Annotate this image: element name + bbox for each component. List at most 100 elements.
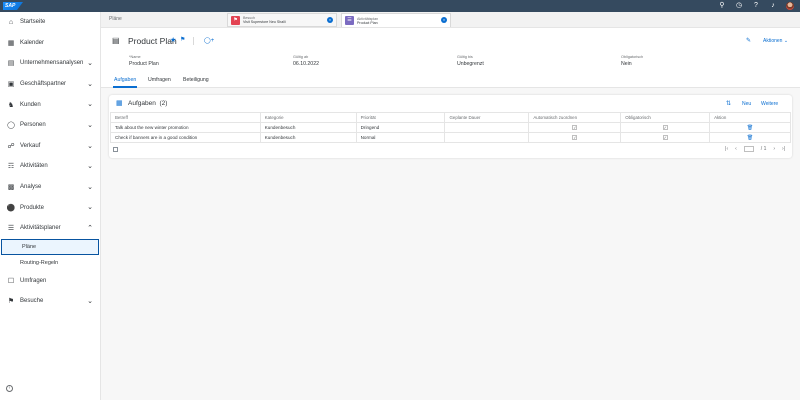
field-label: Gültig bis (457, 55, 473, 59)
nav-item-label: Geschäftspartner (20, 81, 67, 88)
nav-sub-label: Routing-Regeln (20, 259, 59, 266)
panel-title: Aufgaben (2) (128, 100, 167, 107)
search-icon[interactable]: ⚲ (718, 2, 726, 10)
shell-bar: SAP ⚲ ◷ ? ♪ (0, 0, 800, 12)
column-header-dauer[interactable]: Geplante Dauer (444, 112, 530, 123)
page-total: / 1 (760, 146, 767, 152)
close-icon[interactable]: × (441, 17, 447, 23)
flag-icon[interactable]: ⚑ (180, 36, 185, 43)
nav-sub-label: Pläne (22, 243, 37, 250)
notifications-icon[interactable]: ♪ (769, 2, 777, 10)
close-icon[interactable]: × (327, 17, 333, 23)
sales-icon: ☍ (7, 142, 15, 150)
customer-icon: ♞ (7, 101, 15, 109)
nav-sub-routing-regeln[interactable]: Routing-Regeln (0, 255, 100, 271)
checkbox-checked[interactable]: ✓ (662, 125, 668, 130)
panel-count: (2) (159, 100, 168, 107)
column-header-prioritaet[interactable]: Priorität (355, 112, 446, 123)
cell-subject[interactable]: Talk about the new winter promotion (110, 122, 261, 133)
chevron-down-icon: ⌄ (87, 60, 93, 68)
nav-item-label: Produkte (20, 204, 45, 211)
history-icon[interactable]: ◷ (735, 2, 743, 10)
cell-mandatory: ✓ (620, 122, 711, 133)
edit-icon[interactable]: ✎ (746, 37, 751, 44)
tab-aktivitaetsplan[interactable]: ☰ Aktivitätsplan Product Plan × (341, 13, 451, 27)
nav-item-label: Kalender (20, 39, 45, 46)
table-header-row: Betreff Kategorie Priorität Geplante Dau… (110, 112, 791, 123)
next-page-icon[interactable]: › (773, 146, 775, 152)
avatar[interactable] (786, 2, 794, 10)
nav-item-geschaeftspartner[interactable]: ▣ Geschäftspartner ⌄ (0, 74, 100, 95)
tab-plaene[interactable]: Pläne (109, 16, 122, 22)
chevron-down-icon: ⌄ (87, 121, 93, 129)
column-header-auto[interactable]: Automatisch zuordnen (528, 112, 622, 123)
nav-item-produkte[interactable]: ⚫ Produkte ⌄ (0, 197, 100, 218)
tag-add-icon[interactable]: ◯+ (204, 37, 214, 44)
chevron-down-icon: ⌄ (87, 183, 93, 191)
nav-item-label: Analyse (20, 184, 42, 191)
actions-menu-button[interactable]: Aktionen ⌄ (763, 38, 788, 44)
nav-item-personen[interactable]: ◯ Personen ⌄ (0, 115, 100, 136)
tasks-icon: ▦ (116, 100, 123, 107)
divider (193, 37, 194, 45)
checkbox-checked[interactable]: ✓ (572, 135, 578, 140)
last-page-icon[interactable]: ›| (782, 146, 785, 152)
field-label: *Name (129, 55, 141, 59)
delete-icon[interactable]: 🗑 (747, 125, 753, 131)
sort-icon[interactable]: ⇅ (726, 100, 731, 107)
nav-item-verkauf[interactable]: ☍ Verkauf ⌄ (0, 136, 100, 157)
more-button[interactable]: Weitere (761, 101, 778, 107)
nav-item-label: Verkauf (20, 142, 41, 149)
nav-item-besuche[interactable]: ⚑ Besuche ⌄ (0, 291, 100, 312)
table-row[interactable]: Check if banners are in a good condition… (110, 132, 791, 143)
checkbox-checked[interactable]: ✓ (572, 125, 578, 130)
product-icon: ⚫ (6, 204, 16, 212)
field-obligatorisch: Obligatorisch Nein (621, 55, 643, 67)
tab-besuch[interactable]: ⚑ Besuch Visit Superstore Neu Shalli × (227, 13, 337, 27)
field-value: Product Plan (129, 61, 159, 67)
active-tab-indicator (113, 86, 137, 88)
field-label: Obligatorisch (621, 55, 644, 59)
page-number-input[interactable] (743, 146, 754, 152)
tab-aufgaben[interactable]: Aufgaben (114, 77, 136, 83)
field-gueltig-ab: Gültig ab 06.10.2022 (293, 55, 319, 67)
person-icon: ◯ (7, 122, 15, 130)
table-row[interactable]: Talk about the new winter promotion Kund… (110, 122, 791, 133)
help-icon[interactable]: ? (752, 2, 760, 10)
nav-item-analyse[interactable]: ▩ Analyse ⌄ (0, 177, 100, 198)
home-icon: ⌂ (8, 18, 14, 26)
chevron-down-icon: ⌄ (87, 204, 93, 212)
planner-icon: ☰ (7, 225, 15, 233)
nav-sub-plaene[interactable]: Pläne (1, 238, 99, 255)
nav-item-label: Unternehmensanalysen (20, 60, 84, 67)
nav-item-kalender[interactable]: ▦ Kalender (0, 33, 100, 54)
partner-icon: ▣ (7, 81, 15, 89)
tab-umfragen[interactable]: Umfragen (148, 77, 171, 83)
delete-icon[interactable]: 🗑 (747, 135, 753, 141)
chevron-down-icon: ⌄ (87, 101, 93, 109)
column-header-kategorie[interactable]: Kategorie (259, 112, 357, 123)
collapse-sidebar-button[interactable]: ‹ (6, 385, 13, 392)
nav-item-unternehmensanalysen[interactable]: ▤ Unternehmensanalysen ⌄ (0, 53, 100, 74)
column-header-obligatorisch[interactable]: Obligatorisch (620, 112, 711, 123)
side-navigation: ⌂ Startseite ▦ Kalender ▤ Unternehmensanaly… (0, 12, 101, 400)
tab-beteiligung[interactable]: Beteiligung (183, 77, 209, 83)
first-page-icon[interactable]: |‹ (725, 146, 728, 152)
new-button[interactable]: Neu (742, 101, 751, 107)
cell-subject[interactable]: Check if banners are in a good condition (110, 132, 261, 143)
sap-logo[interactable]: SAP (3, 2, 23, 10)
nav-item-aktivitaetsplaner[interactable]: ☰ Aktivitätsplaner ⌃ (0, 218, 100, 239)
nav-item-aktivitaeten[interactable]: ☶ Aktivitäten ⌄ (0, 156, 100, 177)
checkbox-checked[interactable]: ✓ (662, 135, 668, 140)
chevron-down-icon: ⌄ (87, 163, 93, 171)
analytics-icon: ▤ (7, 60, 15, 68)
section-tabs: Aufgaben Umfragen Beteiligung (101, 74, 800, 88)
prev-page-icon[interactable]: ‹ (735, 146, 737, 152)
select-all-checkbox[interactable] (113, 147, 118, 152)
column-header-betreff[interactable]: Betreff (110, 112, 261, 123)
nav-item-startseite[interactable]: ⌂ Startseite (0, 12, 100, 33)
cell-auto: ✓ (528, 122, 622, 133)
star-icon[interactable]: ★ (170, 36, 176, 44)
nav-item-kunden[interactable]: ♞ Kunden ⌄ (0, 94, 100, 115)
nav-item-umfragen[interactable]: ☐ Umfragen (0, 271, 100, 292)
